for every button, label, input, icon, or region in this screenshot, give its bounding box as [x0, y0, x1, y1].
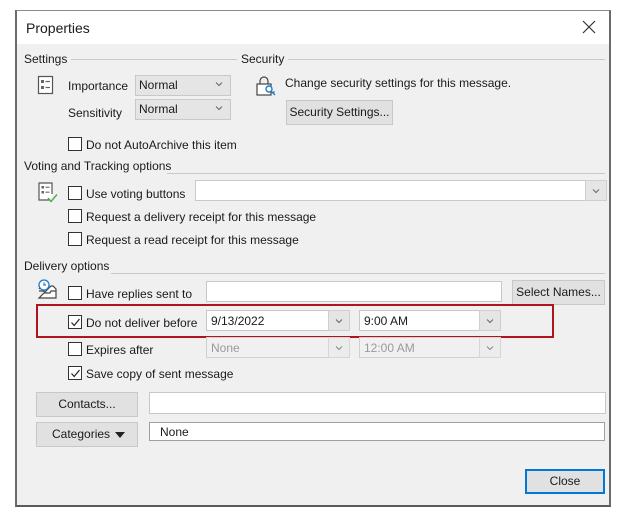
expires-after-checkbox[interactable] — [68, 342, 82, 356]
properties-dialog: Properties Settings Importance Normal Se… — [15, 10, 611, 507]
contacts-input[interactable] — [149, 392, 606, 414]
chevron-down-icon — [486, 346, 494, 351]
chevron-down-icon — [592, 189, 600, 194]
importance-dropdown[interactable]: Normal — [135, 75, 231, 96]
sensitivity-dropdown[interactable]: Normal — [135, 99, 231, 120]
expires-date-input[interactable]: None — [206, 337, 330, 358]
dialog-title: Properties — [26, 20, 90, 36]
read-receipt-label: Request a read receipt for this message — [86, 233, 299, 247]
security-group-label: Security — [241, 52, 289, 66]
settings-group-label: Settings — [24, 52, 72, 66]
voting-dropdown-button[interactable] — [585, 180, 607, 201]
chevron-down-icon — [215, 82, 223, 87]
voting-buttons-input[interactable] — [195, 180, 587, 201]
checklist-icon — [37, 181, 59, 205]
settings-divider — [65, 59, 237, 60]
categories-value: None — [149, 422, 605, 441]
select-names-button[interactable]: Select Names... — [512, 280, 605, 305]
autoarchive-label: Do not AutoArchive this item — [86, 138, 237, 152]
lock-key-icon — [255, 75, 277, 97]
save-copy-label: Save copy of sent message — [86, 367, 234, 381]
importance-label: Importance — [68, 79, 129, 93]
expires-time-dropdown[interactable] — [479, 337, 501, 358]
replies-to-input[interactable] — [206, 281, 502, 302]
use-voting-label: Use voting buttons — [86, 187, 186, 201]
security-description: Change security settings for this messag… — [285, 76, 512, 90]
expires-time-input[interactable]: 12:00 AM — [359, 337, 481, 358]
sensitivity-value: Normal — [139, 102, 178, 116]
expires-after-label: Expires after — [86, 343, 154, 357]
inbox-clock-icon — [35, 279, 59, 301]
have-replies-checkbox[interactable] — [68, 286, 82, 300]
importance-value: Normal — [139, 78, 178, 92]
title-bar: Properties — [17, 11, 609, 44]
checkmark-icon — [71, 369, 80, 378]
contacts-button[interactable]: Contacts... — [36, 392, 138, 417]
categories-label: Categories — [52, 427, 111, 441]
read-receipt-checkbox[interactable] — [68, 232, 82, 246]
autoarchive-checkbox[interactable] — [68, 137, 82, 151]
chevron-down-icon — [335, 346, 343, 351]
categories-button[interactable]: Categories — [36, 422, 138, 447]
sensitivity-label: Sensitivity — [68, 106, 123, 120]
delivery-group-label: Delivery options — [24, 259, 114, 273]
expires-date-dropdown[interactable] — [328, 337, 350, 358]
security-divider — [287, 59, 605, 60]
security-settings-button[interactable]: Security Settings... — [286, 100, 393, 125]
caret-down-icon — [115, 432, 125, 438]
voting-divider — [167, 173, 605, 174]
delivery-receipt-checkbox[interactable] — [68, 209, 82, 223]
voting-group-label: Voting and Tracking options — [24, 159, 176, 173]
delivery-divider — [111, 273, 605, 274]
close-icon[interactable] — [579, 17, 599, 37]
use-voting-checkbox[interactable] — [68, 186, 82, 200]
save-copy-checkbox[interactable] — [68, 366, 82, 380]
have-replies-label: Have replies sent to — [86, 287, 193, 301]
chevron-down-icon — [215, 106, 223, 111]
close-button[interactable]: Close — [525, 469, 605, 494]
highlight-box — [36, 304, 554, 338]
properties-list-icon — [37, 75, 55, 95]
delivery-receipt-label: Request a delivery receipt for this mess… — [86, 210, 317, 224]
